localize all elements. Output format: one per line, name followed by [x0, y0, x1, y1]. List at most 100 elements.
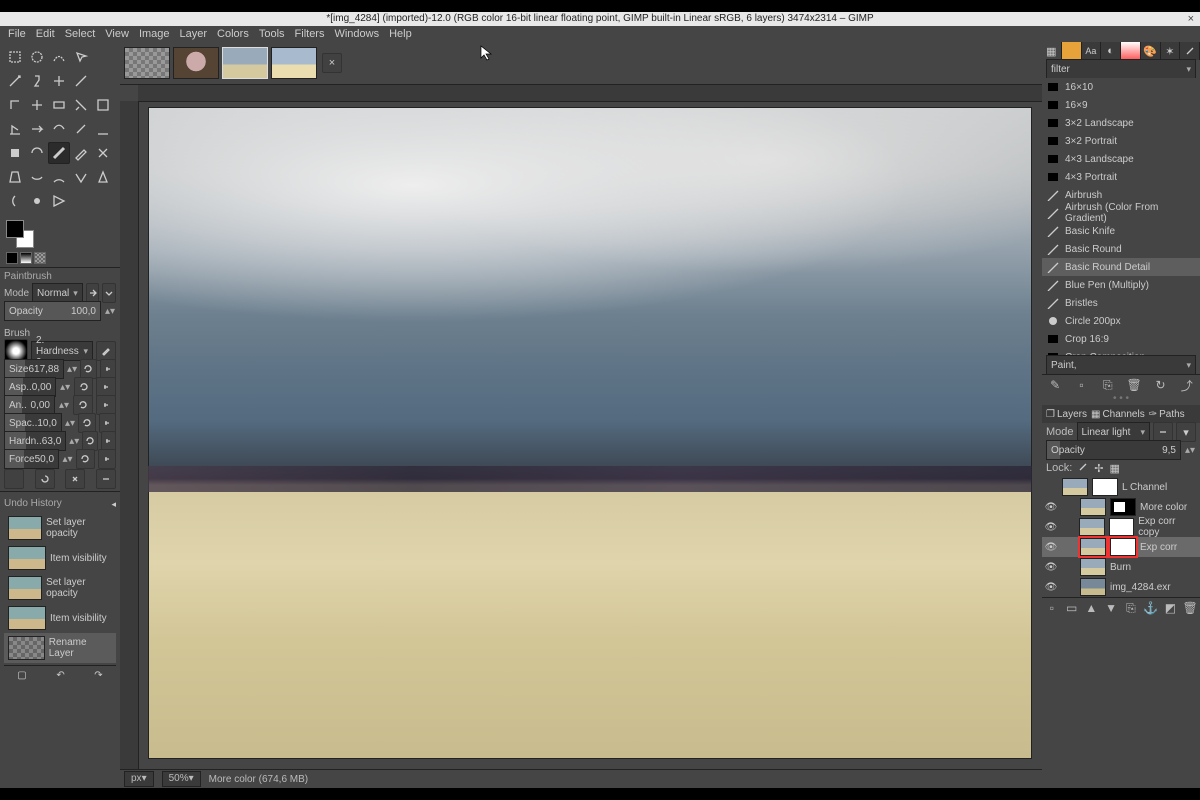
link-icon[interactable] [98, 449, 116, 469]
tool-16[interactable] [26, 118, 48, 140]
refresh-brush-icon[interactable]: ↻ [1152, 377, 1168, 393]
brush-item[interactable]: Bristles [1042, 294, 1200, 312]
tool-27[interactable] [48, 166, 70, 188]
layer-row[interactable]: 👁 Burn [1042, 557, 1200, 577]
link-icon[interactable] [99, 413, 116, 433]
tool-26[interactable] [26, 166, 48, 188]
spin-icon[interactable]: ▴▾ [59, 382, 71, 393]
tool-5[interactable] [4, 70, 26, 92]
tool-9[interactable] [92, 70, 114, 92]
undo-step[interactable]: Item visibility [4, 603, 116, 633]
tool-presets-tab-icon[interactable] [1180, 42, 1200, 60]
doc-tab[interactable] [222, 47, 268, 79]
tool-28[interactable] [70, 166, 92, 188]
edit-brush-icon[interactable]: ✎ [1047, 377, 1063, 393]
layer-mode-chevron-icon[interactable]: ▾ [1176, 422, 1196, 442]
brush-item[interactable]: 3×2 Portrait [1042, 132, 1200, 150]
lower-layer-icon[interactable]: ▼ [1103, 600, 1119, 616]
spin-icon[interactable]: ▴▾ [67, 364, 77, 375]
new-group-icon[interactable]: ▭ [1064, 600, 1080, 616]
tool-21[interactable] [26, 142, 48, 164]
undo-undo-icon[interactable]: ↶ [56, 670, 64, 681]
tool-13[interactable] [70, 94, 92, 116]
opt-Hardn..[interactable]: Hardn..63,0 [4, 431, 66, 451]
layer-mode-select[interactable]: Linear light [1077, 422, 1150, 442]
opt-Spac..[interactable]: Spac..10,0 [4, 413, 62, 433]
tool-25[interactable] [4, 166, 26, 188]
tool-15[interactable] [4, 118, 26, 140]
brush-item[interactable]: Basic Knife [1042, 222, 1200, 240]
layers-tab[interactable]: ❐ Layers [1046, 409, 1087, 420]
spin-icon[interactable]: ▴▾ [69, 436, 79, 447]
tool-3[interactable] [70, 46, 92, 68]
visibility-icon[interactable]: 👁 [1044, 522, 1058, 533]
spin-icon[interactable]: ▴▾ [58, 400, 70, 411]
paths-tab[interactable]: ✑ Paths [1149, 409, 1185, 420]
reset-preset-icon[interactable] [96, 469, 116, 489]
brush-item[interactable]: 16×9 [1042, 96, 1200, 114]
menu-help[interactable]: Help [384, 26, 417, 42]
brush-item[interactable]: Circle 200px [1042, 312, 1200, 330]
restore-preset-icon[interactable] [35, 469, 55, 489]
reset-icon[interactable] [78, 413, 95, 433]
visibility-icon[interactable]: 👁 [1044, 582, 1058, 593]
fg-bg-color[interactable] [6, 220, 34, 248]
visibility-icon[interactable]: 👁 [1044, 502, 1058, 513]
recent-color[interactable] [6, 252, 18, 264]
pattern-swatch[interactable] [34, 252, 46, 264]
patterns-tab-icon[interactable] [1062, 42, 1082, 60]
brush-item[interactable]: Airbrush (Color From Gradient) [1042, 204, 1200, 222]
brush-item[interactable]: 3×2 Landscape [1042, 114, 1200, 132]
delete-preset-icon[interactable] [65, 469, 85, 489]
reset-icon[interactable] [80, 359, 96, 379]
tool-20[interactable] [4, 142, 26, 164]
brush-item[interactable]: 4×3 Landscape [1042, 150, 1200, 168]
dup-layer-icon[interactable]: ⎘ [1123, 600, 1139, 616]
opt-Force[interactable]: Force50,0 [4, 449, 59, 469]
ruler-horizontal[interactable] [138, 85, 1042, 102]
brush-item[interactable]: Basic Round Detail [1042, 258, 1200, 276]
undo-step[interactable]: Set layer opacity [4, 573, 116, 603]
spin-icon[interactable]: ▴▾ [1184, 445, 1196, 456]
undo-clear-icon[interactable]: ▢ [17, 670, 26, 681]
tool-31[interactable] [26, 190, 48, 212]
reset-icon[interactable] [82, 431, 97, 451]
undo-step[interactable]: Item visibility [4, 543, 116, 573]
delete-layer-icon[interactable]: 🗑 [1182, 600, 1198, 616]
menu-windows[interactable]: Windows [329, 26, 384, 42]
layer-row[interactable]: L Channel [1042, 477, 1200, 497]
tool-4[interactable] [92, 46, 114, 68]
tool-19[interactable] [92, 118, 114, 140]
link-icon[interactable] [96, 395, 116, 415]
spin-icon[interactable]: ▴▾ [62, 454, 73, 465]
menu-select[interactable]: Select [60, 26, 101, 42]
tool-30[interactable] [4, 190, 26, 212]
raise-layer-icon[interactable]: ▲ [1083, 600, 1099, 616]
panel-grip[interactable]: • • • [1042, 395, 1200, 405]
brush-filter[interactable]: filter [1046, 59, 1196, 79]
opt-Size[interactable]: Size617,88 [4, 359, 64, 379]
tool-2[interactable] [48, 46, 70, 68]
dup-brush-icon[interactable]: ⎘ [1100, 377, 1116, 393]
blend-chevron-icon[interactable] [102, 283, 116, 303]
menu-layer[interactable]: Layer [175, 26, 213, 42]
tool-22[interactable] [48, 142, 70, 164]
menu-image[interactable]: Image [134, 26, 175, 42]
palettes-tab-icon[interactable]: 🎨 [1141, 42, 1161, 60]
undo-redo-icon[interactable]: ↷ [94, 670, 102, 681]
opacity-slider[interactable]: Opacity100,0 [4, 301, 101, 321]
tool-12[interactable] [48, 94, 70, 116]
brush-select[interactable]: 2. Hardness 0 [31, 341, 93, 361]
tool-10[interactable] [4, 94, 26, 116]
gradient-swatch[interactable] [20, 252, 32, 264]
visibility-icon[interactable]: 👁 [1044, 562, 1058, 573]
menu-view[interactable]: View [100, 26, 134, 42]
new-brush-icon[interactable]: ▫ [1073, 377, 1089, 393]
brush-tag-select[interactable]: Paint, [1046, 355, 1196, 375]
brushes-tab-icon[interactable]: ▦ [1042, 42, 1062, 60]
spin-icon[interactable]: ▴▾ [104, 306, 116, 317]
fonts-tab-icon[interactable]: Aa [1082, 42, 1102, 60]
doc-tab[interactable] [173, 47, 219, 79]
undo-step[interactable]: Set layer opacity [4, 513, 116, 543]
tool-18[interactable] [70, 118, 92, 140]
